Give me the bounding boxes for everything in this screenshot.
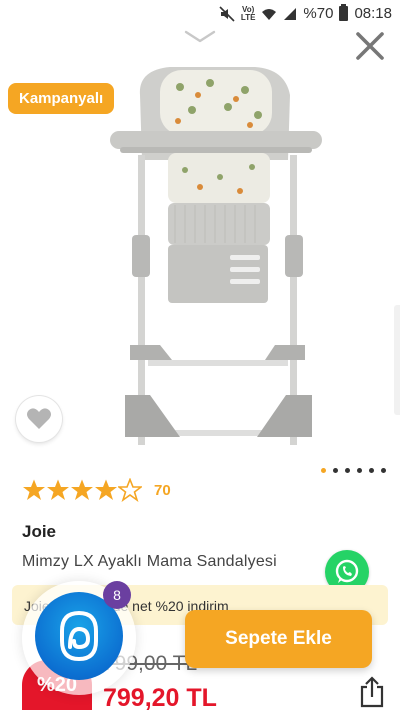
clock: 08:18 bbox=[354, 5, 392, 22]
gallery-dot[interactable] bbox=[381, 468, 386, 473]
close-icon[interactable] bbox=[352, 28, 388, 64]
volte-icon: Vo) LTE bbox=[240, 4, 256, 22]
battery-icon bbox=[339, 4, 349, 21]
add-to-cart-button[interactable]: Sepete Ekle bbox=[185, 610, 372, 668]
star-filled-icon bbox=[95, 479, 117, 500]
status-bar: Vo) LTE %70 08:18 bbox=[0, 0, 400, 28]
review-count[interactable]: 70 bbox=[154, 482, 171, 499]
star-empty-icon bbox=[118, 478, 142, 502]
wifi-icon bbox=[262, 8, 277, 20]
gallery-dot[interactable] bbox=[369, 468, 374, 473]
whatsapp-icon bbox=[335, 559, 359, 583]
chevron-down-icon[interactable] bbox=[184, 30, 216, 44]
gallery-dot[interactable] bbox=[357, 468, 362, 473]
product-name: Mimzy LX Ayaklı Mama Sandalyesi bbox=[22, 553, 277, 570]
mute-icon bbox=[219, 5, 235, 22]
gallery-dot[interactable] bbox=[345, 468, 350, 473]
gallery-dot-active[interactable] bbox=[321, 468, 326, 473]
gallery-dot[interactable] bbox=[333, 468, 338, 473]
assistant-logo-icon bbox=[60, 610, 98, 662]
gallery-pagination bbox=[321, 468, 386, 473]
heart-icon bbox=[27, 408, 51, 429]
notification-badge: 8 bbox=[103, 581, 131, 609]
product-image[interactable] bbox=[60, 55, 350, 455]
star-filled-icon bbox=[71, 479, 93, 500]
side-handle[interactable] bbox=[394, 305, 400, 415]
star-filled-icon bbox=[23, 479, 45, 500]
product-brand[interactable]: Joie bbox=[22, 522, 56, 542]
campaign-badge: Kampanyalı bbox=[8, 83, 115, 114]
signal-icon bbox=[284, 7, 297, 20]
status-icons: Vo) LTE %70 08:18 bbox=[219, 4, 392, 22]
favorite-button[interactable] bbox=[16, 396, 62, 442]
share-icon[interactable] bbox=[358, 676, 386, 708]
star-filled-icon bbox=[47, 479, 69, 500]
sale-price: 799,20 TL bbox=[103, 684, 217, 712]
battery-percent: %70 bbox=[303, 5, 334, 22]
rating[interactable]: 70 bbox=[22, 478, 171, 502]
